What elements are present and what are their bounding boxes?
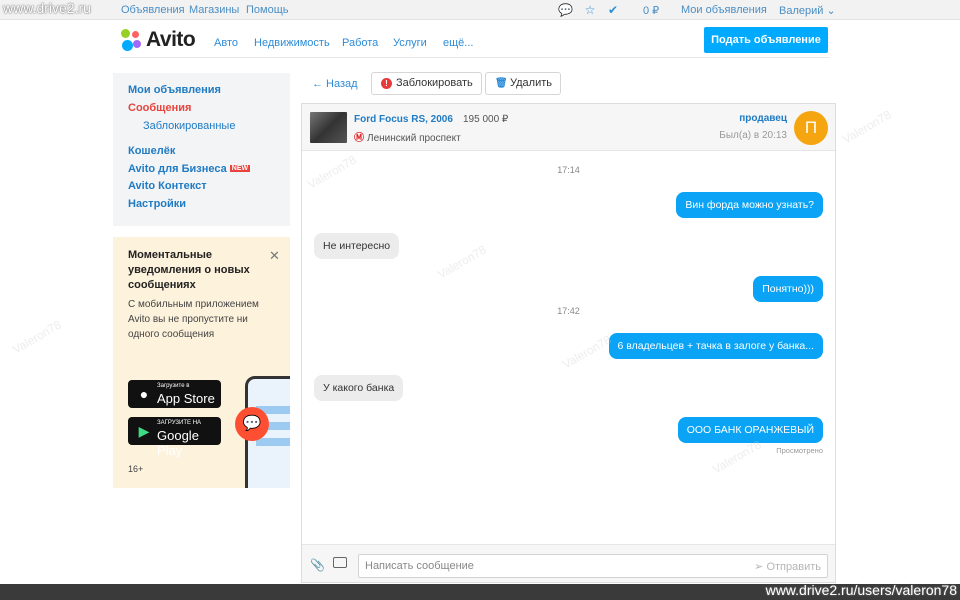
message-composer: 📎 ➢ Отправить bbox=[302, 544, 835, 582]
message-outgoing: 6 владельцев + тачка в залоге у банка... bbox=[608, 333, 823, 359]
logo-dot-green bbox=[121, 29, 130, 38]
metro-station: Ⓜ Ленинский проспект bbox=[354, 129, 461, 144]
top-link-help[interactable]: Помощь bbox=[246, 4, 289, 16]
app-store-small-text: Загрузите в bbox=[157, 383, 190, 389]
chat-bubble-icon: 💬 bbox=[235, 407, 269, 441]
watermark-diag: Valeron78 bbox=[840, 107, 894, 147]
sidebar-item-blocked[interactable]: Заблокированные bbox=[143, 120, 235, 132]
message-outgoing: Понятно))) bbox=[753, 276, 823, 302]
logo-dot-blue bbox=[122, 40, 133, 51]
sidebar-item-settings[interactable]: Настройки bbox=[128, 198, 186, 210]
user-menu[interactable]: Валерий ⌄ bbox=[779, 4, 836, 17]
play-icon: ▶ bbox=[138, 423, 150, 439]
seen-status: Просмотрено bbox=[776, 446, 823, 455]
messages-icon[interactable]: 💬 bbox=[558, 3, 573, 17]
sidebar-item-my-ads[interactable]: Мои объявления bbox=[128, 84, 221, 96]
block-button[interactable]: ! Заблокировать bbox=[371, 72, 482, 95]
message-incoming: Не интересно bbox=[314, 233, 400, 259]
watermark-bottom: www.drive2.ru/users/valeron78 bbox=[765, 582, 957, 598]
message-incoming: У какого банка bbox=[314, 375, 404, 401]
message-time: 17:14 bbox=[557, 165, 580, 175]
avatar[interactable]: П bbox=[794, 111, 828, 145]
google-play-small-text: ЗАГРУЗИТЕ НА bbox=[157, 420, 202, 426]
sidebar-item-business[interactable]: Avito для Бизнеса NEW bbox=[128, 163, 251, 175]
metro-station-label: Ленинский проспект bbox=[367, 133, 461, 144]
send-button[interactable]: ➢ Отправить bbox=[754, 560, 821, 573]
nav-auto[interactable]: Авто bbox=[214, 37, 238, 49]
trash-icon: 🗑 bbox=[495, 78, 508, 89]
car-price: 195 000 ₽ bbox=[463, 114, 509, 125]
camera-icon[interactable] bbox=[333, 557, 347, 568]
sidebar-item-wallet[interactable]: Кошелёк bbox=[128, 145, 175, 157]
nav-services[interactable]: Услуги bbox=[393, 37, 427, 49]
notifications-icon[interactable]: ✔ bbox=[606, 3, 620, 17]
car-title-link[interactable]: Ford Focus RS, 2006 bbox=[354, 114, 453, 125]
logo-text: Avito bbox=[146, 28, 196, 51]
sidebar: Мои объявления Сообщения Заблокированные… bbox=[113, 73, 290, 226]
message-outgoing: ООО БАНК ОРАНЖЕВЫЙ bbox=[677, 417, 823, 443]
app-store-big-text: App Store bbox=[157, 391, 215, 406]
chat-panel: Ford Focus RS, 2006 195 000 ₽ Ⓜ Ленинский… bbox=[301, 103, 836, 583]
message-input-box: ➢ Отправить bbox=[358, 554, 828, 578]
message-outgoing: Вин форда можно узнать? bbox=[676, 192, 823, 218]
header: Avito Авто Недвижимость Работа Услуги ещ… bbox=[120, 26, 830, 58]
balance-link[interactable]: 0 ₽ bbox=[643, 4, 659, 17]
seller-label: продавец bbox=[739, 113, 787, 124]
watermark-diag: Valeron78 bbox=[10, 317, 64, 357]
avito-logo[interactable]: Avito bbox=[120, 28, 200, 52]
close-icon[interactable]: ✕ bbox=[269, 248, 280, 264]
logo-dot-red bbox=[132, 31, 139, 38]
sidebar-item-messages[interactable]: Сообщения bbox=[128, 102, 191, 114]
nav-jobs[interactable]: Работа bbox=[342, 37, 378, 49]
new-badge: NEW bbox=[229, 165, 251, 172]
app-promo: Моментальные уведомления о новых сообщен… bbox=[113, 237, 290, 488]
my-ads-link[interactable]: Мои объявления bbox=[681, 4, 767, 16]
send-icon: ➢ bbox=[754, 561, 764, 573]
google-play-big-text: Google Play bbox=[157, 428, 199, 458]
apple-icon: ● bbox=[139, 386, 149, 402]
age-rating: 16+ bbox=[128, 464, 144, 474]
delete-button[interactable]: 🗑 Удалить bbox=[485, 72, 561, 95]
top-link-ads[interactable]: Объявления bbox=[121, 4, 185, 16]
metro-icon: Ⓜ bbox=[354, 133, 364, 144]
chat-header: Ford Focus RS, 2006 195 000 ₽ Ⓜ Ленинский… bbox=[302, 104, 835, 151]
sidebar-item-context[interactable]: Avito Контекст bbox=[128, 180, 207, 192]
favorites-icon[interactable]: ☆ bbox=[583, 3, 597, 17]
post-ad-button[interactable]: Подать объявление bbox=[704, 27, 828, 53]
alert-icon: ! bbox=[381, 78, 392, 89]
delete-button-label: Удалить bbox=[510, 77, 552, 89]
watermark-top: www.drive2.ru bbox=[3, 0, 91, 16]
phone-line bbox=[256, 438, 290, 446]
send-button-label: Отправить bbox=[766, 561, 821, 573]
car-thumbnail[interactable] bbox=[310, 112, 347, 143]
google-play-button[interactable]: ▶ ЗАГРУЗИТЕ НА Google Play bbox=[128, 417, 221, 458]
nav-more[interactable]: ещё... bbox=[443, 37, 473, 49]
app-store-button[interactable]: ● Загрузите в App Store bbox=[128, 380, 221, 408]
logo-dot-purple bbox=[133, 40, 141, 48]
back-link[interactable]: ← Назад bbox=[312, 78, 358, 90]
attach-icon[interactable]: 📎 bbox=[310, 558, 325, 572]
top-link-shops[interactable]: Магазины bbox=[189, 4, 239, 16]
last-seen: Был(а) в 20:13 bbox=[719, 130, 787, 141]
nav-realty[interactable]: Недвижимость bbox=[254, 37, 330, 49]
message-input[interactable] bbox=[359, 555, 739, 577]
promo-text: С мобильным приложением Avito вы не проп… bbox=[128, 299, 259, 340]
chevron-down-icon: ⌄ bbox=[826, 5, 836, 17]
promo-title: Моментальные уведомления о новых сообщен… bbox=[128, 249, 250, 291]
message-time: 17:42 bbox=[557, 306, 580, 316]
top-bar: Объявления Магазины Помощь 💬 ☆ ✔ 0 ₽ Мои… bbox=[0, 0, 960, 20]
block-button-label: Заблокировать bbox=[396, 77, 473, 89]
